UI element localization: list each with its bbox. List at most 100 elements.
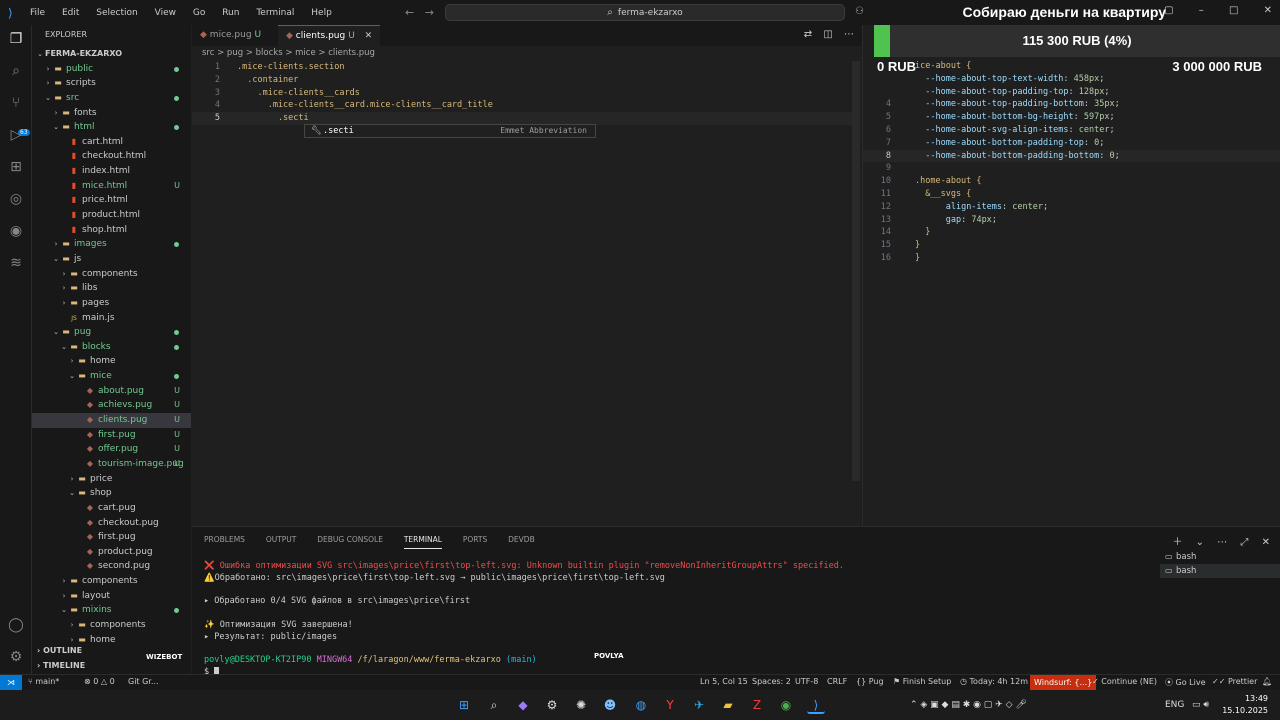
file-item[interactable]: ▮ shop.html <box>32 223 191 238</box>
openai-icon[interactable]: ✺ <box>572 696 590 714</box>
extensions-icon[interactable]: ⊞ <box>6 157 26 177</box>
menu-selection[interactable]: Selection <box>96 8 137 18</box>
folder-item[interactable]: ⌄ ▬ src <box>32 91 191 106</box>
line-ending[interactable]: CRLF <box>827 677 847 686</box>
file-item[interactable]: ◆ clients.pug U <box>32 413 191 428</box>
folder-item[interactable]: › ▬ home <box>32 354 191 369</box>
account-icon[interactable]: ◯ <box>6 615 26 635</box>
folder-item[interactable]: ⌄ ▬ shop <box>32 486 191 501</box>
timeline-section[interactable]: › TIMELINE <box>32 659 191 673</box>
prettier-status[interactable]: ✓✓ Prettier <box>1212 677 1257 686</box>
maximize-panel-icon[interactable]: ⤢ <box>1240 537 1248 548</box>
finish-setup[interactable]: ⚑ Finish Setup <box>893 677 951 686</box>
tab-devdb[interactable]: DEVDB <box>508 535 535 544</box>
folder-item[interactable]: ⌄ ▬ js <box>32 252 191 267</box>
settings-gear-icon[interactable]: ⚙ <box>6 647 26 667</box>
file-item[interactable]: ▮ product.html <box>32 208 191 223</box>
new-terminal-icon[interactable]: ＋ <box>1172 537 1182 548</box>
file-item[interactable]: ◆ first.pug U <box>32 428 191 443</box>
split-editor-icon[interactable]: ◫ <box>823 29 832 40</box>
encoding[interactable]: UTF-8 <box>795 677 818 686</box>
terminal-output[interactable]: ❌ Ошибка оптимизации SVG src\images\pric… <box>204 561 1154 679</box>
filezilla-icon[interactable]: Z <box>748 696 766 714</box>
remote-icon[interactable]: ◎ <box>6 189 26 209</box>
suggestion-widget[interactable]: 🔧︎ .secti Emmet Abbreviation <box>304 124 596 138</box>
language-mode[interactable]: {} Pug <box>856 677 884 686</box>
obsidian-icon[interactable]: ◆ <box>514 696 532 714</box>
folder-item[interactable]: ⌄ ▬ pug <box>32 325 191 340</box>
folder-item[interactable]: › ▬ layout <box>32 589 191 604</box>
search-view-icon[interactable]: ⌕ <box>6 61 26 81</box>
continue-status[interactable]: ✓ Continue (NE) <box>1092 677 1157 686</box>
indentation[interactable]: Spaces: 2 <box>752 677 791 686</box>
file-item[interactable]: ◆ cart.pug <box>32 501 191 516</box>
menu-edit[interactable]: Edit <box>62 8 79 18</box>
folder-item[interactable]: › ▬ components <box>32 267 191 282</box>
file-item[interactable]: ▮ checkout.html <box>32 149 191 164</box>
notifications-bell-icon[interactable]: 🔔︎ <box>1262 677 1272 686</box>
tab-output[interactable]: OUTPUT <box>266 535 297 544</box>
mascot-icon[interactable]: ☻ <box>601 696 619 714</box>
telegram-icon[interactable]: ✈ <box>690 696 708 714</box>
file-item[interactable]: ◆ first.pug <box>32 530 191 545</box>
menu-go[interactable]: Go <box>193 8 205 18</box>
explorer-icon[interactable]: ❐ <box>6 29 26 49</box>
command-center-search[interactable]: ⌕ ferma-ekzarxo <box>445 4 845 21</box>
file-item[interactable]: ◆ offer.pug U <box>32 442 191 457</box>
file-item[interactable]: JS main.js <box>32 311 191 326</box>
tab-ports[interactable]: PORTS <box>463 535 487 544</box>
forward-arrow-icon[interactable]: → <box>425 6 434 19</box>
yandex-icon[interactable]: Y <box>661 696 679 714</box>
file-item[interactable]: ◆ checkout.pug <box>32 516 191 531</box>
close-panel-icon[interactable]: ✕ <box>1262 537 1270 548</box>
file-item[interactable]: ◆ second.pug <box>32 559 191 574</box>
menu-run[interactable]: Run <box>222 8 239 18</box>
file-item[interactable]: ◆ tourism-image.pug U <box>32 457 191 472</box>
close-tab-icon[interactable]: ✕ <box>365 31 373 41</box>
edge-icon[interactable]: ◍ <box>632 696 650 714</box>
copilot-chat-icon[interactable]: ◉ <box>6 221 26 241</box>
folder-item[interactable]: › ▬ pages <box>32 296 191 311</box>
remote-indicator-icon[interactable]: ⋊ <box>0 675 22 691</box>
windsurf-icon[interactable]: ≋ <box>6 253 26 273</box>
chevron-down-icon[interactable]: ⌄ <box>1196 537 1204 548</box>
file-item[interactable]: ▮ price.html <box>32 193 191 208</box>
git-graph-indicator[interactable]: Git Gr... <box>128 677 158 686</box>
cursor-position[interactable]: Ln 5, Col 15 <box>700 677 748 686</box>
file-item[interactable]: ◆ product.pug <box>32 545 191 560</box>
more-actions-icon[interactable]: ⋯ <box>1217 537 1227 548</box>
go-live-button[interactable]: ⦿ Go Live <box>1165 677 1206 688</box>
code-area[interactable]: 1 .mice-clients.section 2 .container 3 .m… <box>192 61 852 125</box>
steam-icon[interactable]: ⚙ <box>543 696 561 714</box>
windows-start-icon[interactable]: ⊞ <box>455 696 473 714</box>
scss-code-area[interactable]: ice-about { --home-about-top-text-width:… <box>863 60 1280 265</box>
problems-indicator[interactable]: ⊗ 0 △ 0 <box>84 677 115 686</box>
tab-mice-pug[interactable]: ◆ mice.pug U <box>192 25 269 46</box>
file-item[interactable]: ◆ achievs.pug U <box>32 398 191 413</box>
open-changes-icon[interactable]: ⇄ <box>804 29 812 40</box>
chrome-icon[interactable]: ◉ <box>777 696 795 714</box>
more-actions-icon[interactable]: ⋯ <box>844 29 854 40</box>
copilot-icon[interactable]: ⚇ <box>855 6 864 17</box>
vscode-taskbar-icon[interactable]: ⟩ <box>807 696 825 714</box>
file-item[interactable]: ◆ about.pug U <box>32 384 191 399</box>
source-control-icon[interactable]: ⑂ <box>6 93 26 113</box>
workspace-root[interactable]: ⌄ FERMA-EKZARXO <box>32 47 191 62</box>
folder-item[interactable]: ⌄ ▬ mixins <box>32 603 191 618</box>
wakatime-indicator[interactable]: ◷ Today: 4h 12m <box>960 677 1028 686</box>
network-volume-icons[interactable]: ▭ 🔊︎ <box>1192 700 1209 710</box>
file-item[interactable]: ▮ cart.html <box>32 135 191 150</box>
file-item[interactable]: ▮ mice.html U <box>32 179 191 194</box>
menu-view[interactable]: View <box>155 8 176 18</box>
folder-item[interactable]: › ▬ components <box>32 574 191 589</box>
branch-indicator[interactable]: ⑂ main* <box>28 677 59 686</box>
folder-item[interactable]: ⌄ ▬ html <box>32 120 191 135</box>
clock[interactable]: 13:49 15.10.2025 <box>1222 693 1268 717</box>
taskbar-search-icon[interactable]: ⌕ <box>485 696 503 714</box>
folder-item[interactable]: › ▬ price <box>32 472 191 487</box>
folder-item[interactable]: › ▬ images <box>32 237 191 252</box>
tab-terminal[interactable]: TERMINAL <box>403 535 442 549</box>
terminal-instance[interactable]: ▭ bash <box>1160 550 1280 564</box>
terminal-instance-active[interactable]: ▭ bash <box>1160 564 1280 578</box>
back-arrow-icon[interactable]: ← <box>405 6 414 19</box>
